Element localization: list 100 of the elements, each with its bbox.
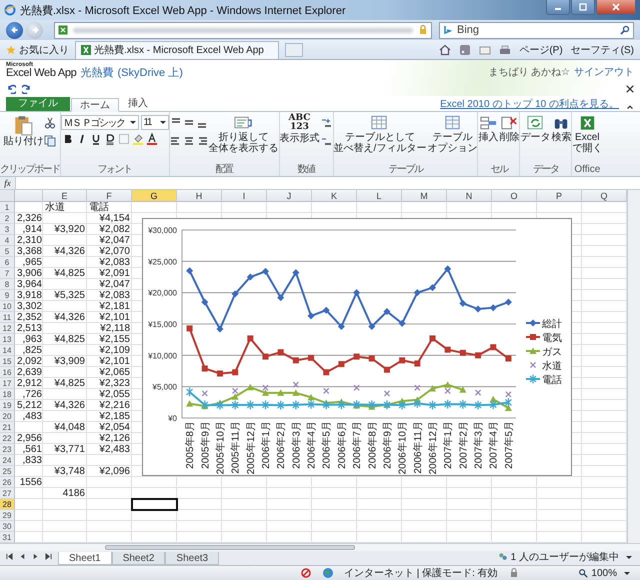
back-button[interactable] — [6, 22, 23, 38]
ribbon-tab[interactable]: ホーム — [71, 98, 119, 112]
horizontal-scrollbar[interactable] — [0, 544, 640, 551]
column-header[interactable]: G — [132, 190, 177, 202]
font-name-field[interactable]: ＭＳ Ｐゴシック — [60, 115, 138, 130]
row-header[interactable]: 30 — [0, 521, 15, 532]
sheet-tab[interactable]: Sheet1 — [58, 552, 112, 565]
row-header[interactable]: 21 — [0, 422, 15, 433]
feed-icon[interactable] — [459, 44, 472, 56]
sheet-tab[interactable]: Sheet3 — [165, 552, 220, 565]
browser-tab[interactable]: 光熱費.xlsx - Microsoft Excel Web App — [75, 40, 279, 58]
row-header[interactable]: 10 — [0, 301, 15, 312]
row-header[interactable]: 11 — [0, 312, 15, 323]
axis-category-label: 2006年2月 — [276, 421, 288, 469]
row-header[interactable]: 24 — [0, 455, 15, 466]
column-header[interactable]: H — [177, 190, 222, 202]
column-header[interactable]: J — [267, 190, 312, 202]
first-sheet-icon[interactable] — [6, 553, 13, 560]
insert-button[interactable]: 挿入 — [478, 113, 498, 144]
row-header[interactable]: 23 — [0, 444, 15, 455]
align-icon[interactable] — [182, 135, 194, 147]
column-header[interactable]: O — [492, 190, 537, 202]
collapse-ribbon-icon[interactable] — [626, 103, 634, 111]
sheet-tab[interactable]: Sheet2 — [112, 552, 166, 565]
redo-icon[interactable] — [22, 84, 32, 94]
close-button[interactable] — [596, 0, 636, 15]
row-header[interactable]: 14 — [0, 345, 15, 356]
row-header[interactable]: 20 — [0, 411, 15, 422]
column-header[interactable]: M — [402, 190, 447, 202]
fill-color-icon[interactable] — [132, 133, 144, 145]
row-header[interactable]: 18 — [0, 389, 15, 400]
close-icon[interactable] — [626, 85, 634, 93]
print-icon[interactable] — [499, 44, 512, 56]
font-size-field[interactable]: 11 — [140, 115, 168, 130]
row-header[interactable]: 16 — [0, 367, 15, 378]
row-header[interactable]: 15 — [0, 356, 15, 367]
row-header[interactable]: 29 — [0, 510, 15, 521]
maximize-button[interactable] — [571, 0, 595, 15]
undo-icon[interactable] — [6, 84, 16, 94]
column-header[interactable]: I — [222, 190, 267, 202]
row-header[interactable]: 28 — [0, 499, 15, 510]
wrap-text-button[interactable]: 折り返して 全体を表示する — [208, 113, 278, 155]
paste-button[interactable]: 貼り付け — [3, 113, 44, 148]
table-options-button[interactable]: テーブル オプション — [427, 113, 478, 155]
row-header[interactable]: 1 — [0, 202, 15, 213]
file-name-link[interactable]: 光熱費 — [80, 68, 114, 79]
row-header[interactable]: 8 — [0, 279, 15, 290]
align-icon[interactable] — [170, 135, 182, 147]
sign-out-link[interactable]: サインアウト — [574, 65, 634, 79]
cut-icon[interactable] — [44, 117, 56, 129]
row-header[interactable]: 4 — [0, 235, 15, 246]
column-header[interactable]: Q — [582, 190, 627, 202]
home-icon[interactable] — [439, 44, 452, 56]
copy-icon[interactable] — [44, 135, 56, 147]
row-header[interactable]: 6 — [0, 257, 15, 268]
ribbon-tab[interactable]: 挿入 — [120, 97, 156, 111]
column-header[interactable]: F — [87, 190, 132, 202]
row-header[interactable]: 5 — [0, 246, 15, 257]
page-menu[interactable]: ページ(P) — [519, 42, 563, 56]
promo-link[interactable]: Excel 2010 のトップ 10 の利点を見る。 — [440, 96, 619, 110]
column-header[interactable]: E — [43, 190, 87, 202]
zoom-button[interactable]: 100% — [578, 568, 630, 578]
address-field[interactable] — [54, 22, 432, 38]
row-header[interactable]: 9 — [0, 290, 15, 301]
row-header[interactable]: 25 — [0, 466, 15, 477]
row-header[interactable]: 17 — [0, 378, 15, 389]
column-header[interactable]: N — [447, 190, 492, 202]
safety-menu[interactable]: セーフティ(S) — [570, 42, 634, 56]
collaboration-button[interactable]: 1 人のユーザーが編集中 — [498, 550, 632, 564]
row-header[interactable]: 13 — [0, 334, 15, 345]
last-sheet-icon[interactable] — [45, 553, 52, 560]
search-field[interactable]: Bing — [439, 22, 634, 38]
ribbon-tab[interactable]: ファイル — [6, 97, 70, 111]
row-header[interactable]: 2 — [0, 213, 15, 224]
row-header[interactable]: 19 — [0, 400, 15, 411]
column-header[interactable]: L — [357, 190, 402, 202]
open-in-excel-button[interactable]: Excel で開く — [572, 113, 602, 155]
delete-button[interactable]: 削除 — [499, 113, 520, 144]
minimize-button[interactable] — [546, 0, 570, 15]
row-header[interactable]: 22 — [0, 433, 15, 444]
row-header[interactable]: 7 — [0, 268, 15, 279]
number-format-button[interactable]: ABC 123 表示形式 — [280, 113, 320, 145]
next-sheet-icon[interactable] — [32, 553, 39, 560]
favorites-button[interactable]: お気に入り — [6, 42, 69, 56]
search-icon[interactable] — [620, 25, 630, 35]
row-header[interactable]: 12 — [0, 323, 15, 334]
sort-filter-button[interactable]: テーブルとして 並べ替え/フィルター — [334, 113, 426, 155]
column-header[interactable]: K — [312, 190, 357, 202]
row-header[interactable]: 27 — [0, 488, 15, 499]
column-header[interactable]: P — [537, 190, 582, 202]
double-underline-icon[interactable] — [104, 133, 116, 145]
row-header[interactable]: 3 — [0, 224, 15, 235]
previous-sheet-icon[interactable] — [19, 553, 26, 560]
font-color-icon[interactable] — [146, 133, 158, 145]
vertical-scrollbar[interactable] — [627, 190, 640, 543]
row-header[interactable]: 31 — [0, 532, 15, 543]
increase-decimal-icon[interactable] — [320, 117, 332, 129]
find-button[interactable]: 検索 — [551, 113, 572, 144]
row-header[interactable]: 26 — [0, 477, 15, 488]
data-button[interactable]: データ — [520, 113, 550, 144]
